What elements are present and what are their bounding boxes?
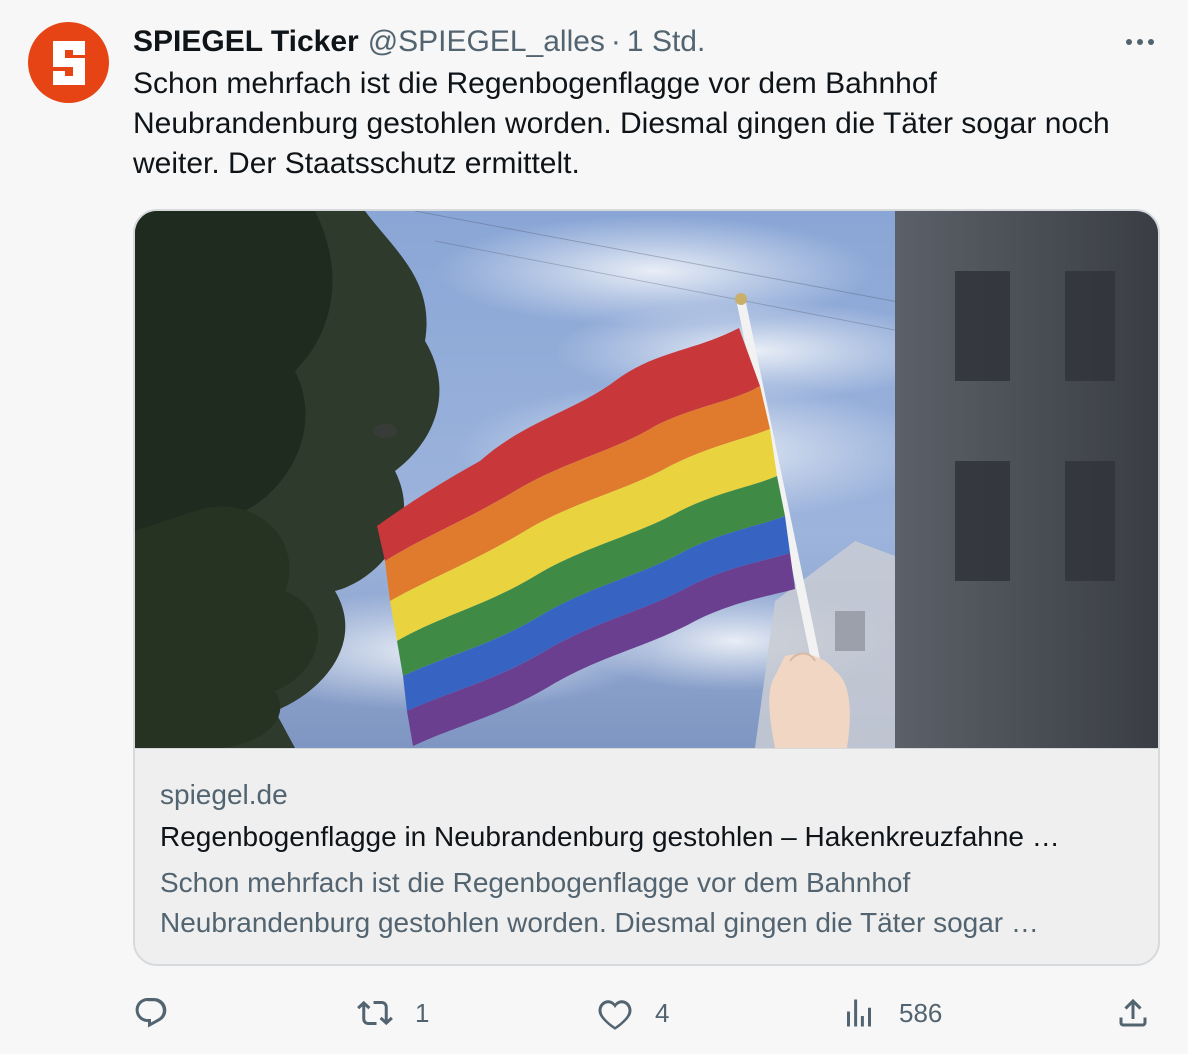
rainbow-flag-photo	[135, 211, 1158, 748]
card-description: Schon mehrfach ist die Regenbogenflagge …	[160, 867, 1039, 938]
share-button[interactable]	[1115, 990, 1151, 1036]
avatar[interactable]	[28, 22, 109, 103]
more-options-button[interactable]	[1122, 28, 1158, 56]
separator-dot: ·	[610, 25, 621, 58]
more-icon	[1126, 39, 1154, 45]
tweet-timestamp[interactable]: 1 Std.	[627, 25, 705, 59]
views-icon	[847, 999, 871, 1027]
card-title: Regenbogenflagge in Neubrandenburg gesto…	[160, 821, 1060, 852]
views-count: 586	[899, 997, 943, 1028]
card-body: spiegel.de Regenbogenflagge in Neubrande…	[135, 748, 1158, 964]
tweet-header: SPIEGEL Ticker @SPIEGEL_alles · 1 Std.	[133, 22, 705, 62]
retweet-count: 1	[415, 997, 430, 1028]
tweet-actions: 1 4 586	[133, 990, 1153, 1036]
spiegel-logo-icon	[52, 40, 85, 85]
card-image	[135, 211, 1158, 748]
reply-icon	[135, 998, 167, 1028]
reply-button[interactable]	[133, 990, 191, 1036]
tweet[interactable]: SPIEGEL Ticker @SPIEGEL_alles · 1 Std. S…	[0, 0, 1188, 1054]
author-handle[interactable]: @SPIEGEL_alles	[368, 25, 605, 59]
heart-icon	[598, 1000, 632, 1030]
retweet-button[interactable]: 1	[357, 990, 429, 1036]
share-icon	[1119, 998, 1147, 1027]
card-domain: spiegel.de	[160, 779, 288, 810]
like-count: 4	[655, 997, 670, 1028]
author-name[interactable]: SPIEGEL Ticker	[133, 25, 359, 59]
like-button[interactable]: 4	[597, 990, 669, 1036]
views-button[interactable]: 586	[841, 990, 942, 1036]
retweet-icon	[357, 1000, 393, 1026]
link-preview-card[interactable]: spiegel.de Regenbogenflagge in Neubrande…	[133, 209, 1160, 966]
tweet-text: Schon mehrfach ist die Regenbogenflagge …	[133, 67, 1110, 180]
